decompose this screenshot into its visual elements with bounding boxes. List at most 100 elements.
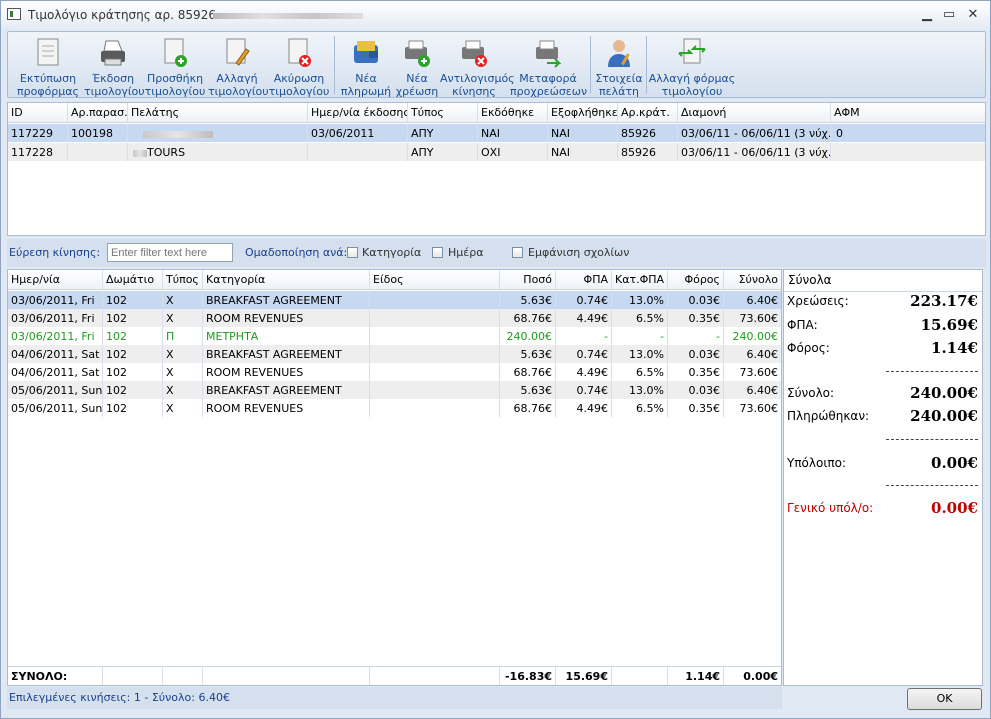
transaction-cell: 0.74€: [556, 381, 612, 399]
col-vat-rate[interactable]: Κατ.ΦΠΑ: [612, 270, 668, 289]
charges-label: Χρεώσεις:: [787, 294, 849, 308]
transaction-cell: 6.40€: [746, 348, 779, 361]
change-invoice-button[interactable]: Αλλαγή τιμολογίου: [208, 34, 269, 98]
transaction-cell: [370, 381, 500, 399]
issue-invoice-button[interactable]: Έκδοση τιμολογίου: [84, 34, 145, 98]
transaction-cell: X: [163, 363, 203, 381]
transaction-cell: 0.03€: [668, 291, 724, 309]
transaction-cell: 5.63€: [500, 381, 556, 399]
transaction-row[interactable]: 04/06/2011, Sat 102 X BREAKFAST AGREEMENT 5.…: [8, 345, 781, 363]
transaction-cell: 03/06/2011, Fri: [8, 291, 103, 309]
col-paid[interactable]: Εξοφλήθηκε: [548, 103, 618, 122]
title-bar: Τιμολόγιο κράτησης αρ. 85926 - ▁ ▭ ✕: [1, 1, 990, 29]
transaction-cell: ROOM REVENUES: [203, 399, 370, 417]
sum-value: 240.00€: [910, 384, 978, 402]
transaction-cell: 13.0%: [612, 345, 668, 363]
transaction-cell: ROOM REVENUES: [203, 363, 370, 381]
transaction-row[interactable]: 03/06/2011, Fri 102 X ROOM REVENUES 68.76€ 4.…: [8, 309, 781, 327]
transaction-cell: 4.49€: [556, 399, 612, 417]
transaction-cell: X: [163, 291, 203, 309]
paid-label: Πληρώθηκαν:: [787, 409, 870, 423]
transaction-cell: 6.5%: [612, 399, 668, 417]
transaction-cell: 68.76€: [500, 309, 556, 327]
transaction-cell: 04/06/2011, Sat: [8, 345, 103, 363]
col-date[interactable]: Ημερ/νία: [8, 270, 103, 289]
invoice-row[interactable]: 117228 TOURS ΑΠΥ ΟΧΙ ΝΑΙ 85926 03/06/11 …: [8, 143, 985, 161]
reverse-transaction-button[interactable]: Αντιλογισμός κίνησης: [440, 34, 515, 98]
filter-bar: Εύρεση κίνησης: Ομαδοποίηση ανά: Κατηγορ…: [7, 239, 986, 267]
transaction-cell: [370, 345, 500, 363]
customer-details-button[interactable]: Στοιχεία πελάτη: [594, 34, 644, 98]
transaction-cell: 13.0%: [612, 291, 668, 309]
transaction-cell: 102: [103, 345, 163, 363]
col-total[interactable]: Σύνολο: [724, 270, 781, 289]
search-label: Εύρεση κίνησης:: [9, 246, 101, 259]
group-day-checkbox[interactable]: [432, 247, 443, 258]
transaction-cell: X: [163, 399, 203, 417]
col-vat-id[interactable]: ΑΦΜ: [831, 103, 985, 122]
transaction-cell: 0.35€: [668, 309, 724, 327]
col-category[interactable]: Κατηγορία: [203, 270, 370, 289]
transaction-row[interactable]: 04/06/2011, Sat 102 X ROOM REVENUES 68.76€ 4.…: [8, 363, 781, 381]
transaction-cell: 68.76€: [500, 399, 556, 417]
col-type[interactable]: Τύπος: [408, 103, 478, 122]
transaction-cell: BREAKFAST AGREEMENT: [203, 291, 370, 309]
col-vat[interactable]: ΦΠΑ: [556, 270, 612, 289]
new-payment-button[interactable]: Νέα πληρωμή: [338, 34, 394, 98]
ok-button[interactable]: OK: [907, 688, 982, 710]
invoice-row[interactable]: 117229 100198 03/06/2011 ΑΠΥ ΝΑΙ ΝΑΙ 859…: [8, 124, 985, 142]
col-amount[interactable]: Ποσό: [500, 270, 556, 289]
window-title: Τιμολόγιο κράτησης αρ. 85926 -: [28, 8, 225, 22]
cancel-invoice-button[interactable]: Ακύρωση τιμολογίου: [268, 34, 330, 98]
col-room[interactable]: Δωμάτιο: [103, 270, 163, 289]
status-bar: Επιλεγμένες κινήσεις: 1 - Σύνολο: 6.40€: [7, 687, 782, 709]
transaction-cell: 0.03€: [668, 345, 724, 363]
new-charge-button[interactable]: Νέα χρέωση: [394, 34, 440, 98]
totals-header: Σύνολα: [784, 270, 982, 292]
change-invoice-form-button[interactable]: Αλλαγή φόρμας τιμολογίου: [648, 34, 736, 98]
transaction-row[interactable]: 05/06/2011, Sun 102 X BREAKFAST AGREEMENT 5.…: [8, 381, 781, 399]
col-item[interactable]: Είδος: [370, 270, 500, 289]
col-tax[interactable]: Φόρος: [668, 270, 724, 289]
close-button[interactable]: ✕: [962, 6, 984, 24]
transaction-row[interactable]: 03/06/2011, Fri 102 X BREAKFAST AGREEMENT 5.…: [8, 291, 781, 309]
maximize-button[interactable]: ▭: [938, 6, 960, 24]
transaction-cell: 05/06/2011, Sun: [8, 399, 103, 417]
transaction-cell: 4.49€: [556, 363, 612, 381]
transaction-cell: 4.49€: [556, 309, 612, 327]
col-id[interactable]: ID: [8, 103, 68, 122]
vat-value: 15.69€: [920, 316, 978, 334]
col-receipt-no[interactable]: Αρ.παρασ.: [68, 103, 128, 122]
group-category-label: Κατηγορία: [362, 246, 422, 259]
transfer-precharges-button[interactable]: Μεταφορά προχρεώσεων: [510, 34, 587, 98]
transaction-row[interactable]: 05/06/2011, Sun 102 X ROOM REVENUES 68.76€ 4.…: [8, 399, 781, 417]
minimize-button[interactable]: ▁: [916, 6, 938, 24]
col-issued[interactable]: Εκδόθηκε: [478, 103, 548, 122]
add-invoice-button[interactable]: Προσθήκη τιμολογίου: [144, 34, 206, 98]
transaction-search-input[interactable]: [107, 243, 233, 262]
col-trans-type[interactable]: Τύπος: [163, 270, 203, 289]
transaction-row[interactable]: 03/06/2011, Fri 102 Π ΜΕΤΡΗΤΑ 240.00€ - - -240.…: [8, 327, 781, 345]
col-issue-date[interactable]: Ημερ/νία έκδοσης: [308, 103, 408, 122]
col-reservation-no[interactable]: Αρ.κράτ.: [618, 103, 678, 122]
printer-icon: [101, 40, 125, 66]
transaction-cell: -: [612, 327, 668, 345]
transaction-cell: 05/06/2011, Sun: [8, 381, 103, 399]
print-proforma-button[interactable]: Εκτύπωση προφόρμας: [14, 34, 82, 98]
transaction-cell: [370, 399, 500, 417]
delete-document-icon: [288, 38, 311, 67]
show-comments-label: Εμφάνιση σχολίων: [528, 246, 630, 259]
charges-value: 223.17€: [910, 292, 978, 310]
show-comments-checkbox[interactable]: [512, 247, 523, 258]
transaction-cell: 73.60€: [739, 402, 779, 415]
col-stay[interactable]: Διαμονή: [678, 103, 831, 122]
transfer-icon: [536, 40, 562, 68]
totals-panel: Σύνολα Χρεώσεις: 223.17€ ΦΠΑ: 15.69€ Φόρ…: [783, 269, 983, 686]
transaction-cell: X: [163, 309, 203, 327]
transaction-cell: [370, 291, 500, 309]
transaction-cell: BREAKFAST AGREEMENT: [203, 345, 370, 363]
transactions-header: Ημερ/νία Δωμάτιο Τύπος Κατηγορία Είδος Π…: [8, 270, 781, 290]
col-customer[interactable]: Πελάτης: [128, 103, 308, 122]
transaction-cell: [370, 363, 500, 381]
group-category-checkbox[interactable]: [347, 247, 358, 258]
